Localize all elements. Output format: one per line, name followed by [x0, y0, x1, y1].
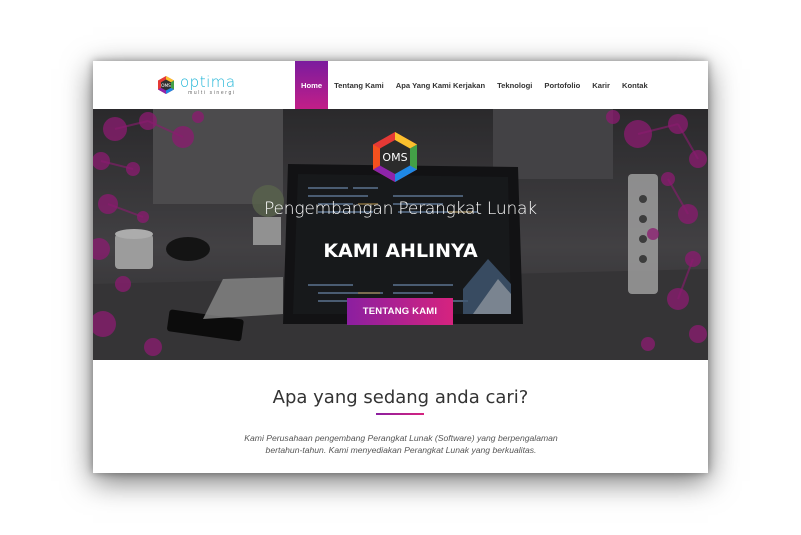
logo-tagline: multi sinergi	[188, 89, 236, 96]
site-header: OMS optima multi sinergi Home Tentang Ka…	[93, 61, 708, 109]
nav-home[interactable]: Home	[295, 61, 329, 109]
nav-apa-yang-kami-kerjakan[interactable]: Apa Yang Kami Kerjakan	[390, 61, 491, 109]
logo-name: optima	[180, 72, 236, 91]
nav-kontak[interactable]: Kontak	[616, 61, 654, 109]
tentang-kami-button[interactable]: TENTANG KAMI	[347, 298, 453, 325]
svg-text:OMS: OMS	[161, 83, 171, 89]
hero-subtitle: KAMI AHLINYA	[323, 240, 478, 262]
site-logo[interactable]: OMS optima multi sinergi	[156, 72, 236, 98]
section-title: Apa yang sedang anda cari?	[272, 387, 529, 408]
nav-tentang-kami[interactable]: Tentang Kami	[328, 61, 390, 109]
svg-text:OMS: OMS	[382, 151, 407, 164]
hero-title: Pengembangan Perangkat Lunak	[264, 199, 537, 219]
main-nav: Home Tentang Kami Apa Yang Kami Kerjakan…	[295, 61, 654, 109]
nav-karir[interactable]: Karir	[586, 61, 616, 109]
oms-hexagon-icon: OMS	[372, 131, 418, 183]
oms-hexagon-icon: OMS	[156, 75, 176, 95]
nav-teknologi[interactable]: Teknologi	[491, 61, 538, 109]
nav-portofolio[interactable]: Portofolio	[538, 61, 586, 109]
hero-banner: OMS Pengembangan Perangkat Lunak KAMI AH…	[93, 109, 708, 360]
section-divider	[376, 413, 424, 415]
browser-frame: OMS optima multi sinergi Home Tentang Ka…	[93, 61, 708, 473]
section-description: Kami Perusahaan pengembang Perangkat Lun…	[244, 433, 558, 455]
